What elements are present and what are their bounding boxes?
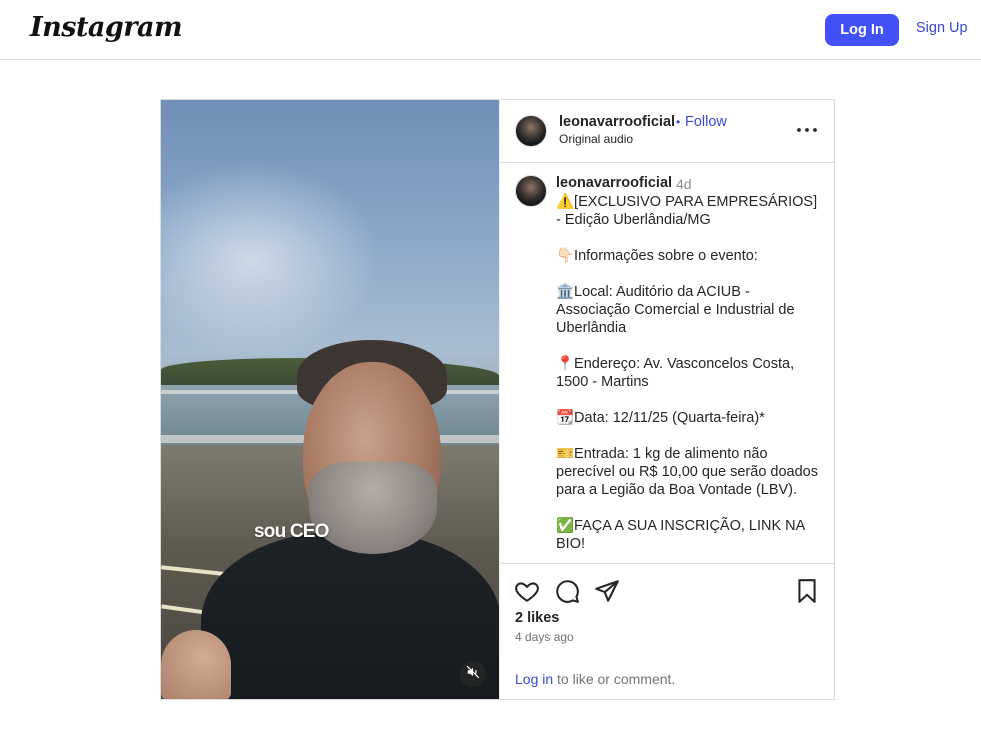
original-audio-link[interactable]: Original audio [559,132,633,146]
instagram-logo[interactable]: Instagram [30,12,183,43]
caption-line: 📆Data: 12/11/25 (Quarta-feira)* [556,410,765,426]
bookmark-icon [794,579,820,608]
caption-line: 🎫Entrada: 1 kg de alimento não perecível… [556,446,818,498]
post-timestamp: 4 days ago [515,630,574,644]
caption-line [556,265,824,283]
caption-line: ⚠️[EXCLUSIVO PARA EMPRESÁRIOS] - Edição … [556,194,818,228]
follow-button[interactable]: Follow [685,114,727,130]
post-video[interactable]: sou CEO [161,100,499,699]
likes-count[interactable]: 2 likes [515,610,559,626]
video-sky-haze [161,160,381,360]
heart-icon [514,582,540,608]
caption-line [556,427,824,445]
caption-line: 🏛️Local: Auditório da ACIUB - Associação… [556,284,795,336]
caption-line: 📍Endereço: Av. Vasconcelos Costa, 1500 -… [556,356,795,390]
video-caption-overlay: sou CEO [254,521,329,542]
avatar[interactable] [515,115,547,147]
save-button[interactable] [794,578,820,604]
post-actions: 2 likes 4 days ago Log in to like or com… [500,563,835,699]
share-icon [594,580,620,608]
login-prompt: Log in to like or comment. [515,671,675,687]
caption-text: ⚠️[EXCLUSIVO PARA EMPRESÁRIOS] - Edição … [556,193,824,553]
avatar[interactable] [515,175,547,207]
caption-line: ✅FAÇA A SUA INSCRIÇÃO, LINK NA BIO! [556,518,805,552]
post-card: sou CEO leonavarrooficial • Follow Origi… [160,99,835,700]
comment-button[interactable] [554,578,580,604]
caption-line [556,229,824,247]
caption-area: leonavarrooficial 4d ⚠️[EXCLUSIVO PARA E… [500,163,835,563]
mute-button[interactable] [460,661,486,687]
top-navigation-bar: Instagram Log In Sign Up [0,0,981,60]
video-person-shirt [201,532,499,699]
caption-line: 👇🏻Informações sobre o evento: [556,248,758,264]
comment-icon [554,580,580,608]
log-in-link[interactable]: Log in [515,671,553,687]
video-person-hand [161,630,231,699]
sign-up-link[interactable]: Sign Up [916,20,968,36]
more-options-icon [796,125,818,142]
like-button[interactable] [514,578,540,604]
post-sidebar: leonavarrooficial • Follow Original audi… [499,100,835,699]
log-in-button[interactable]: Log In [825,14,899,46]
caption-username[interactable]: leonavarrooficial [556,175,672,191]
share-button[interactable] [594,578,620,604]
post-author-username[interactable]: leonavarrooficial [559,114,675,130]
speaker-muted-icon [466,665,480,684]
separator-dot: • [676,115,681,129]
caption-line [556,499,824,517]
caption-timestamp[interactable]: 4d [676,176,692,192]
more-options-button[interactable] [796,122,818,138]
login-prompt-text: to like or comment. [553,671,676,687]
post-header: leonavarrooficial • Follow Original audi… [500,100,835,163]
caption-line [556,391,824,409]
caption-line [556,337,824,355]
